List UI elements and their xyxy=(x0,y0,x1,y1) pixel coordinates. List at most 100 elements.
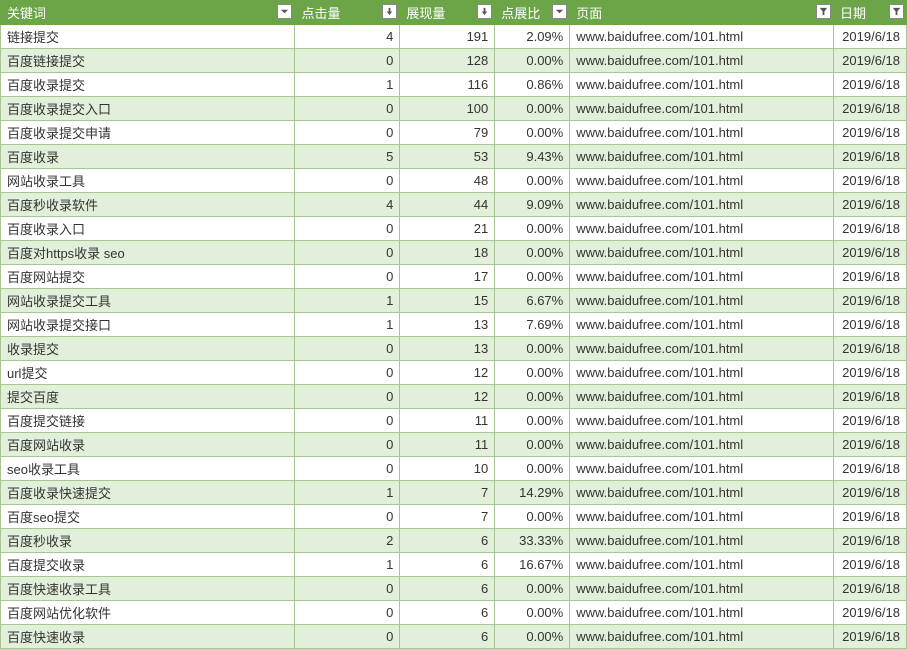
cell-impressions: 6 xyxy=(400,553,495,577)
table-row: url提交0120.00%www.baidufree.com/101.html2… xyxy=(1,361,907,385)
table-row: 网站收录提交接口1137.69%www.baidufree.com/101.ht… xyxy=(1,313,907,337)
cell-impressions: 6 xyxy=(400,529,495,553)
cell-page: www.baidufree.com/101.html xyxy=(570,121,834,145)
cell-ratio: 0.00% xyxy=(495,49,570,73)
table-row: 百度提交链接0110.00%www.baidufree.com/101.html… xyxy=(1,409,907,433)
table-row: 提交百度0120.00%www.baidufree.com/101.html20… xyxy=(1,385,907,409)
cell-impressions: 12 xyxy=(400,385,495,409)
cell-clicks: 0 xyxy=(295,121,400,145)
cell-date: 2019/6/18 xyxy=(833,169,906,193)
cell-keyword: 百度seo提交 xyxy=(1,505,295,529)
cell-date: 2019/6/18 xyxy=(833,361,906,385)
table-header-row: 关键词 点击量 展现量 点展比 页面 日期 xyxy=(1,1,907,25)
cell-impressions: 13 xyxy=(400,313,495,337)
filter-sort-icon[interactable] xyxy=(477,4,492,19)
cell-keyword: 收录提交 xyxy=(1,337,295,361)
cell-impressions: 100 xyxy=(400,97,495,121)
cell-page: www.baidufree.com/101.html xyxy=(570,145,834,169)
cell-ratio: 0.00% xyxy=(495,409,570,433)
cell-page: www.baidufree.com/101.html xyxy=(570,409,834,433)
cell-page: www.baidufree.com/101.html xyxy=(570,553,834,577)
cell-keyword: 百度提交链接 xyxy=(1,409,295,433)
cell-page: www.baidufree.com/101.html xyxy=(570,385,834,409)
cell-clicks: 0 xyxy=(295,385,400,409)
cell-impressions: 7 xyxy=(400,481,495,505)
cell-date: 2019/6/18 xyxy=(833,337,906,361)
header-page[interactable]: 页面 xyxy=(570,1,834,25)
cell-keyword: 链接提交 xyxy=(1,25,295,49)
cell-clicks: 4 xyxy=(295,193,400,217)
cell-keyword: 百度网站提交 xyxy=(1,265,295,289)
cell-date: 2019/6/18 xyxy=(833,601,906,625)
table-row: 百度秒收录软件4449.09%www.baidufree.com/101.htm… xyxy=(1,193,907,217)
header-keyword[interactable]: 关键词 xyxy=(1,1,295,25)
table-row: 百度收录入口0210.00%www.baidufree.com/101.html… xyxy=(1,217,907,241)
cell-page: www.baidufree.com/101.html xyxy=(570,265,834,289)
cell-ratio: 0.00% xyxy=(495,121,570,145)
cell-date: 2019/6/18 xyxy=(833,385,906,409)
cell-date: 2019/6/18 xyxy=(833,49,906,73)
filter-sort-icon[interactable] xyxy=(382,4,397,19)
cell-clicks: 1 xyxy=(295,289,400,313)
cell-date: 2019/6/18 xyxy=(833,625,906,649)
cell-clicks: 0 xyxy=(295,433,400,457)
cell-ratio: 9.09% xyxy=(495,193,570,217)
cell-impressions: 79 xyxy=(400,121,495,145)
cell-keyword: 百度提交收录 xyxy=(1,553,295,577)
cell-keyword: 百度收录快速提交 xyxy=(1,481,295,505)
header-impressions-label: 展现量 xyxy=(406,6,445,21)
cell-page: www.baidufree.com/101.html xyxy=(570,241,834,265)
cell-clicks: 0 xyxy=(295,217,400,241)
cell-keyword: 百度网站收录 xyxy=(1,433,295,457)
cell-clicks: 0 xyxy=(295,601,400,625)
cell-ratio: 7.69% xyxy=(495,313,570,337)
cell-impressions: 12 xyxy=(400,361,495,385)
cell-ratio: 0.00% xyxy=(495,625,570,649)
cell-impressions: 18 xyxy=(400,241,495,265)
cell-ratio: 0.86% xyxy=(495,73,570,97)
cell-page: www.baidufree.com/101.html xyxy=(570,73,834,97)
cell-impressions: 10 xyxy=(400,457,495,481)
cell-impressions: 44 xyxy=(400,193,495,217)
filter-active-icon[interactable] xyxy=(889,4,904,19)
cell-clicks: 0 xyxy=(295,505,400,529)
filter-active-icon[interactable] xyxy=(816,4,831,19)
cell-keyword: 百度收录提交入口 xyxy=(1,97,295,121)
header-impressions[interactable]: 展现量 xyxy=(400,1,495,25)
cell-page: www.baidufree.com/101.html xyxy=(570,457,834,481)
header-date[interactable]: 日期 xyxy=(833,1,906,25)
cell-page: www.baidufree.com/101.html xyxy=(570,313,834,337)
cell-date: 2019/6/18 xyxy=(833,433,906,457)
cell-keyword: 百度收录提交 xyxy=(1,73,295,97)
cell-ratio: 9.43% xyxy=(495,145,570,169)
filter-dropdown-icon[interactable] xyxy=(277,4,292,19)
cell-clicks: 1 xyxy=(295,73,400,97)
table-row: 百度收录5539.43%www.baidufree.com/101.html20… xyxy=(1,145,907,169)
cell-impressions: 7 xyxy=(400,505,495,529)
cell-clicks: 2 xyxy=(295,529,400,553)
cell-ratio: 0.00% xyxy=(495,361,570,385)
header-ratio[interactable]: 点展比 xyxy=(495,1,570,25)
cell-clicks: 5 xyxy=(295,145,400,169)
cell-date: 2019/6/18 xyxy=(833,457,906,481)
table-row: 网站收录工具0480.00%www.baidufree.com/101.html… xyxy=(1,169,907,193)
table-row: 百度收录提交申请0790.00%www.baidufree.com/101.ht… xyxy=(1,121,907,145)
cell-keyword: 网站收录提交工具 xyxy=(1,289,295,313)
header-clicks[interactable]: 点击量 xyxy=(295,1,400,25)
cell-keyword: 网站收录提交接口 xyxy=(1,313,295,337)
cell-clicks: 4 xyxy=(295,25,400,49)
cell-date: 2019/6/18 xyxy=(833,553,906,577)
cell-ratio: 2.09% xyxy=(495,25,570,49)
cell-date: 2019/6/18 xyxy=(833,409,906,433)
filter-dropdown-icon[interactable] xyxy=(552,4,567,19)
cell-clicks: 0 xyxy=(295,265,400,289)
cell-date: 2019/6/18 xyxy=(833,145,906,169)
table-row: 百度网站提交0170.00%www.baidufree.com/101.html… xyxy=(1,265,907,289)
table-row: 百度网站优化软件060.00%www.baidufree.com/101.htm… xyxy=(1,601,907,625)
cell-keyword: 百度网站优化软件 xyxy=(1,601,295,625)
cell-clicks: 1 xyxy=(295,553,400,577)
cell-page: www.baidufree.com/101.html xyxy=(570,529,834,553)
cell-date: 2019/6/18 xyxy=(833,505,906,529)
cell-keyword: 网站收录工具 xyxy=(1,169,295,193)
cell-ratio: 0.00% xyxy=(495,241,570,265)
